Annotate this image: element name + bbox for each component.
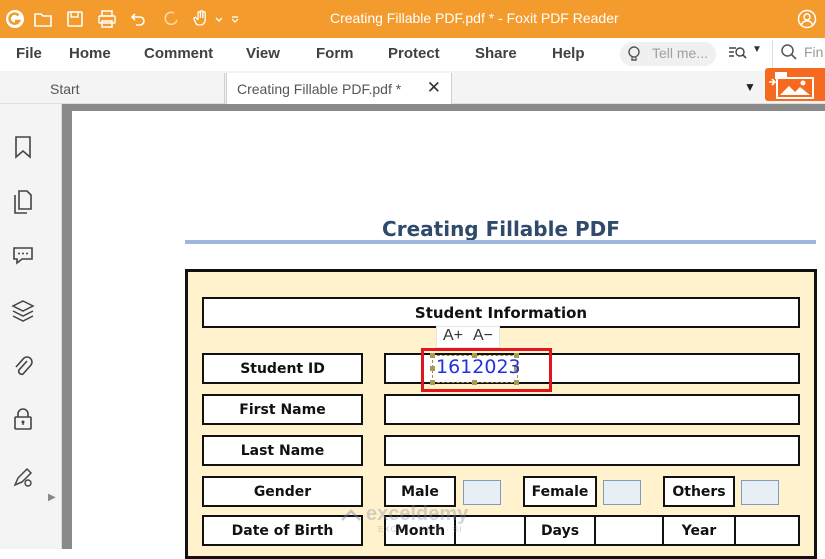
last-name-field[interactable] bbox=[384, 435, 800, 466]
tell-me-placeholder: Tell me... bbox=[652, 45, 709, 61]
others-checkbox[interactable] bbox=[741, 480, 779, 505]
menu-file[interactable]: File bbox=[16, 45, 42, 62]
watermark-brand: exceldemy bbox=[366, 503, 469, 525]
document-title: Creating Fillable PDF bbox=[382, 217, 620, 241]
menu-home[interactable]: Home bbox=[69, 45, 111, 62]
days-field[interactable] bbox=[594, 515, 664, 546]
save-icon[interactable] bbox=[64, 8, 86, 30]
tab-document[interactable]: Creating Fillable PDF.pdf * ✕ bbox=[226, 73, 452, 104]
close-tab-icon[interactable]: ✕ bbox=[427, 78, 441, 98]
menu-comment[interactable]: Comment bbox=[144, 45, 213, 62]
year-field[interactable] bbox=[734, 515, 800, 546]
comments-icon[interactable] bbox=[10, 242, 36, 268]
section-header-student-information: Student Information bbox=[202, 297, 800, 328]
pages-icon[interactable] bbox=[10, 188, 36, 214]
signature-pen-icon[interactable] bbox=[10, 464, 36, 490]
customize-toolbar-icon[interactable] bbox=[224, 8, 246, 30]
redo-icon[interactable] bbox=[160, 8, 182, 30]
search-options-icon[interactable] bbox=[728, 44, 750, 67]
bookmark-icon[interactable] bbox=[10, 134, 36, 160]
menu-divider bbox=[772, 40, 773, 68]
menu-protect[interactable]: Protect bbox=[388, 45, 440, 62]
layers-icon[interactable] bbox=[10, 298, 36, 324]
watermark-logo: exceldemy bbox=[340, 503, 468, 526]
menu-view[interactable]: View bbox=[246, 45, 280, 62]
undo-icon[interactable] bbox=[127, 8, 149, 30]
print-icon[interactable] bbox=[96, 8, 118, 30]
label-date-of-birth: Date of Birth bbox=[202, 515, 363, 546]
tab-list-dropdown-icon[interactable]: ▼ bbox=[744, 80, 756, 94]
tab-start[interactable]: Start bbox=[40, 73, 225, 104]
title-underline bbox=[185, 240, 816, 244]
watermark-tagline: EXCEL · DATA · BI bbox=[378, 525, 463, 534]
label-others: Others bbox=[663, 476, 735, 507]
male-checkbox[interactable] bbox=[463, 480, 501, 505]
attachment-icon[interactable] bbox=[10, 354, 36, 380]
female-checkbox[interactable] bbox=[603, 480, 641, 505]
font-size-toolbar: A+ A− bbox=[436, 326, 500, 348]
search-options-chevron-icon[interactable]: ▼ bbox=[752, 44, 762, 55]
window-title: Creating Fillable PDF.pdf * - Foxit PDF … bbox=[330, 10, 619, 26]
menu-share[interactable]: Share bbox=[475, 45, 517, 62]
decrease-font-button[interactable]: A− bbox=[473, 327, 493, 345]
pdf-image-icon bbox=[769, 72, 814, 99]
first-name-field[interactable] bbox=[384, 394, 800, 425]
tab-bar: Start Creating Fillable PDF.pdf * ✕ bbox=[0, 71, 825, 104]
tab-document-label: Creating Fillable PDF.pdf * bbox=[237, 81, 402, 97]
tell-me-search[interactable]: Tell me... bbox=[620, 42, 716, 66]
watermark-icon bbox=[340, 507, 362, 523]
open-folder-icon[interactable] bbox=[32, 8, 54, 30]
lightbulb-icon bbox=[626, 45, 642, 68]
title-bar: Creating Fillable PDF.pdf * - Foxit PDF … bbox=[0, 0, 825, 38]
menu-form[interactable]: Form bbox=[316, 45, 354, 62]
foxit-logo-icon[interactable] bbox=[4, 8, 26, 30]
label-year: Year bbox=[662, 515, 736, 546]
left-sidebar: ▶ bbox=[0, 104, 62, 549]
security-lock-icon[interactable] bbox=[10, 406, 36, 432]
find-input[interactable]: Fin bbox=[804, 44, 823, 60]
label-gender: Gender bbox=[202, 476, 363, 507]
label-female: Female bbox=[523, 476, 597, 507]
label-first-name: First Name bbox=[202, 394, 363, 425]
label-last-name: Last Name bbox=[202, 435, 363, 466]
account-icon[interactable] bbox=[796, 8, 818, 30]
menu-help[interactable]: Help bbox=[552, 45, 585, 62]
increase-font-button[interactable]: A+ bbox=[443, 327, 463, 345]
tab-start-label: Start bbox=[50, 81, 80, 97]
pdf-to-image-button[interactable] bbox=[765, 68, 825, 101]
highlight-annotation bbox=[421, 348, 552, 392]
label-student-id: Student ID bbox=[202, 353, 363, 384]
label-days: Days bbox=[524, 515, 596, 546]
collapse-panel-icon[interactable]: ▶ bbox=[48, 492, 56, 503]
find-search-icon[interactable] bbox=[780, 43, 798, 66]
